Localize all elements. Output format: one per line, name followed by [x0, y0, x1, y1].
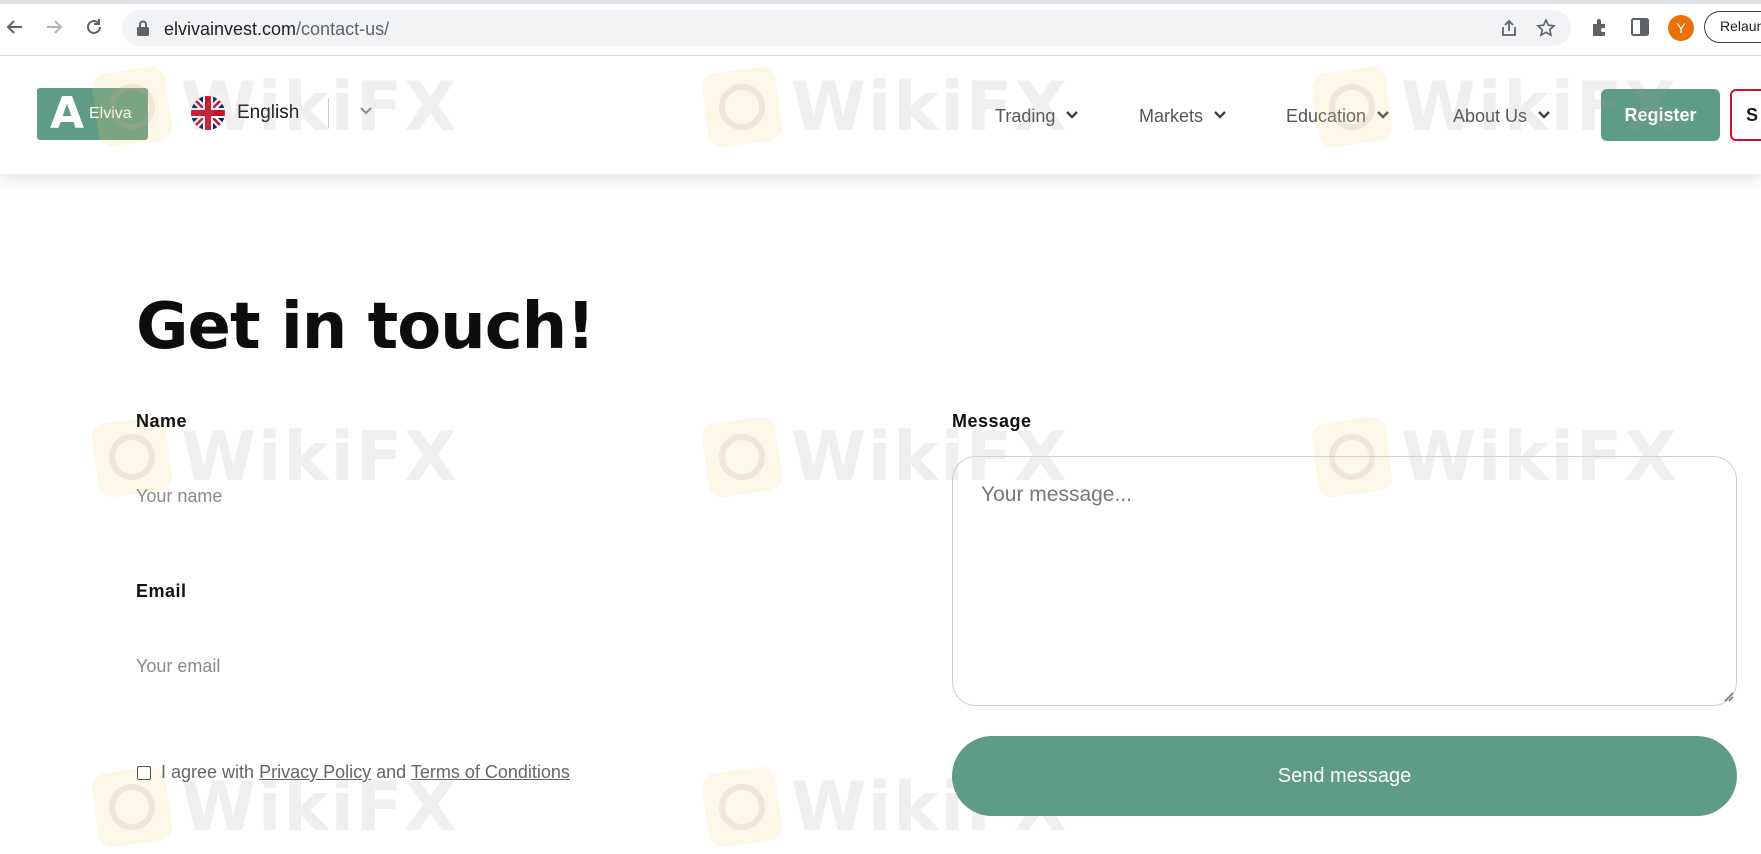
name-input[interactable] — [136, 476, 896, 516]
menu-label: Education — [1286, 106, 1367, 126]
side-panel-icon[interactable] — [1629, 16, 1651, 38]
chevron-down-icon — [1538, 111, 1550, 119]
chevron-down-icon — [1377, 111, 1389, 119]
bookmark-star-icon[interactable] — [1536, 18, 1556, 38]
forward-arrow-icon — [47, 20, 63, 34]
privacy-policy-link[interactable]: Privacy Policy — [259, 762, 371, 782]
name-label: Name — [136, 411, 188, 431]
profile-avatar[interactable]: Y — [1668, 15, 1694, 41]
back-button[interactable] — [2, 14, 28, 40]
reload-button[interactable] — [81, 14, 107, 40]
site-header: A Elviva English Trading Markets Educati… — [0, 56, 1761, 174]
extensions-puzzle-icon[interactable] — [1589, 16, 1611, 38]
message-label: Message — [952, 411, 1032, 431]
chevron-down-icon — [1066, 111, 1079, 119]
menu-item-education[interactable]: Education — [1286, 106, 1390, 130]
share-icon[interactable] — [1499, 18, 1519, 38]
menu-item-about-us[interactable]: About Us — [1453, 106, 1551, 130]
language-label: English — [237, 102, 300, 123]
url-text: elvivainvest.com/contact-us/ — [164, 19, 389, 40]
site-logo[interactable]: A Elviva — [37, 88, 148, 140]
watermark-logo-icon — [700, 765, 784, 849]
back-arrow-icon — [6, 20, 22, 34]
address-bar[interactable]: elvivainvest.com/contact-us/ — [122, 10, 1571, 46]
menu-item-markets[interactable]: Markets — [1139, 106, 1227, 130]
send-message-button[interactable]: Send message — [952, 736, 1737, 816]
browser-toolbar: elvivainvest.com/contact-us/ Y Relaunch — [0, 0, 1761, 56]
agree-checkbox[interactable] — [137, 766, 151, 780]
logo-wordmark: Elviva — [89, 105, 132, 122]
agree-text: I agree with Privacy Policy and Terms of… — [161, 762, 570, 783]
agree-and: and — [376, 762, 407, 782]
chevron-down-icon[interactable] — [359, 104, 373, 118]
menu-item-trading[interactable]: Trading — [995, 106, 1079, 130]
sign-in-button[interactable]: S — [1730, 89, 1761, 141]
register-button[interactable]: Register — [1601, 89, 1720, 141]
email-input[interactable] — [136, 646, 896, 686]
message-textarea[interactable] — [952, 456, 1737, 706]
menu-label: About Us — [1453, 106, 1528, 126]
lock-icon — [137, 20, 149, 36]
agree-prefix: I agree with — [161, 762, 255, 782]
url-path: /contact-us/ — [296, 19, 390, 39]
forward-button[interactable] — [41, 14, 67, 40]
email-label: Email — [136, 581, 187, 601]
relaunch-button[interactable]: Relaunch — [1704, 11, 1761, 43]
url-domain: elvivainvest.com — [164, 19, 297, 39]
menu-label: Trading — [995, 106, 1056, 126]
chevron-down-icon — [1214, 111, 1226, 119]
reload-icon — [87, 19, 101, 34]
language-divider — [328, 98, 329, 128]
menu-label: Markets — [1139, 106, 1204, 126]
uk-flag-icon — [191, 96, 225, 130]
page-title: Get in touch! — [136, 290, 595, 364]
tab-strip-edge — [0, 0, 1761, 4]
logo-mark: A — [50, 88, 85, 139]
resize-grip-icon[interactable] — [1722, 690, 1734, 702]
terms-link[interactable]: Terms of Conditions — [411, 762, 570, 782]
